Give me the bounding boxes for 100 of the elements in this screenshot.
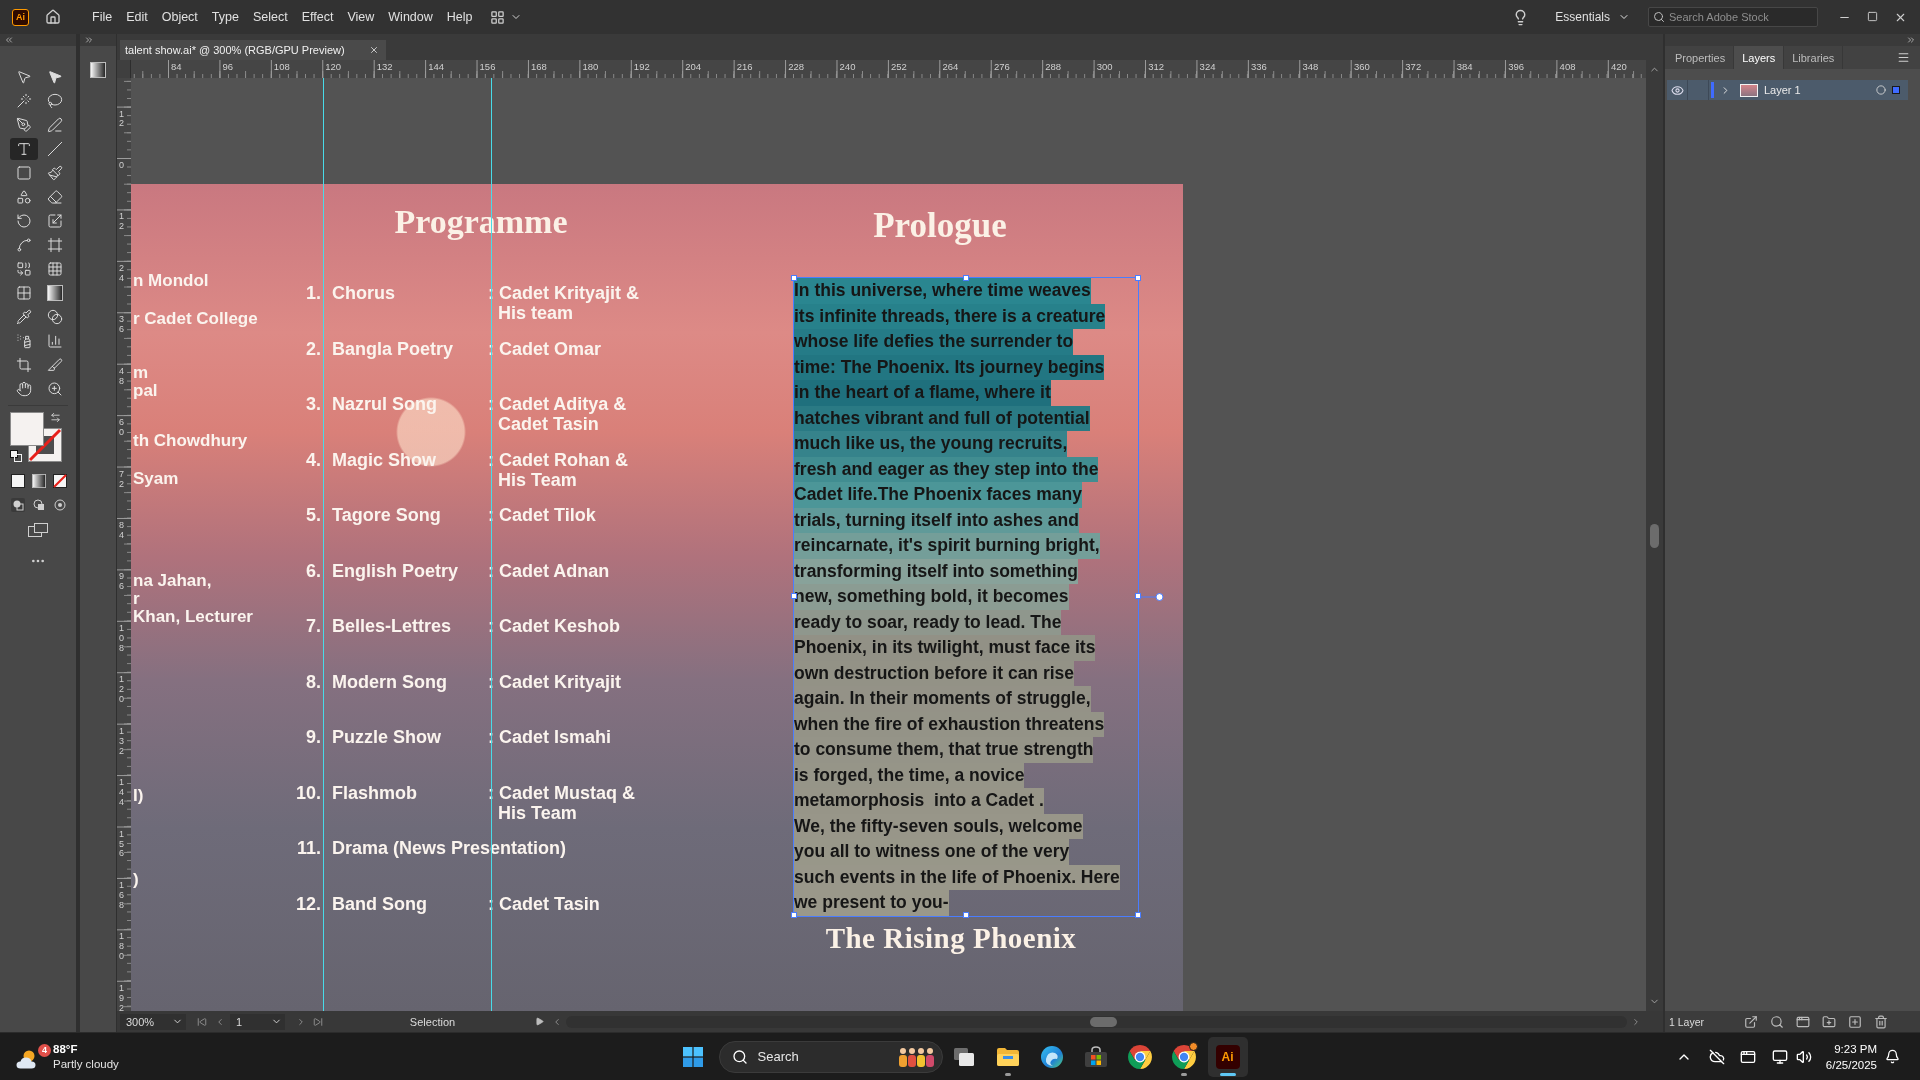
window-icon[interactable] — [1739, 1048, 1756, 1065]
previous-icon[interactable] — [215, 1016, 225, 1027]
text-fragment: na Jahan, r Khan, Lecturer — [133, 572, 253, 626]
swap-arrow-icon[interactable] — [50, 412, 61, 423]
scrollbar-thumb[interactable] — [1090, 1016, 1117, 1027]
zoom-level-field[interactable]: 300% — [120, 1013, 186, 1030]
ruler-number: 108 — [119, 623, 125, 654]
resize-handle[interactable] — [962, 912, 969, 918]
resize-handle[interactable] — [1134, 593, 1141, 600]
close-icon[interactable] — [369, 45, 379, 55]
menu-icon[interactable] — [1897, 51, 1910, 64]
draw-behind-icon[interactable] — [32, 498, 46, 512]
expand-icon[interactable] — [84, 35, 94, 45]
closing-title: The Rising Phoenix — [825, 921, 1077, 956]
widget-handle-icon[interactable] — [1138, 592, 1164, 601]
default-colors-icon[interactable] — [10, 450, 22, 462]
menu-item[interactable]: Type — [204, 7, 246, 27]
ruler-number: 408 — [1559, 61, 1576, 72]
stock-search-field[interactable]: Search Adobe Stock — [1648, 7, 1818, 27]
last-page-icon[interactable] — [313, 1016, 323, 1027]
page-field[interactable]: 1 — [230, 1013, 285, 1030]
gradient-panel-icon[interactable] — [90, 62, 106, 78]
clock[interactable]: 9:23 PM 6/25/2025 — [1825, 1040, 1877, 1073]
layer-name: Layer 1 — [1764, 84, 1802, 96]
color-swatch-icon[interactable] — [11, 474, 25, 488]
panel-tab[interactable]: Layers — [1734, 46, 1785, 69]
screen-mode-icon[interactable] — [28, 523, 48, 537]
scroll-left-icon[interactable] — [552, 1016, 562, 1027]
menu-item[interactable]: Object — [154, 7, 205, 27]
draw-inside-icon[interactable] — [53, 498, 67, 512]
status-menu[interactable]: Selection — [330, 1012, 535, 1031]
layout-grid-icon[interactable] — [489, 9, 505, 25]
item-number: 9. — [306, 727, 321, 747]
collapse-icon[interactable] — [1906, 35, 1916, 45]
menu-item[interactable]: Edit — [119, 7, 155, 27]
window-icon[interactable] — [1796, 1014, 1810, 1029]
notification-dot — [1188, 1041, 1198, 1051]
selection-square-icon[interactable] — [1892, 86, 1900, 94]
menu-item[interactable]: Effect — [294, 7, 341, 27]
maximize-icon[interactable] — [1866, 10, 1878, 22]
text-fragment: I) — [133, 787, 144, 805]
taskbar-app-button[interactable]: Ai — [1207, 1036, 1248, 1077]
paintbrush-icon — [46, 165, 63, 181]
task-view-icon — [952, 1046, 975, 1067]
curve-icon — [15, 237, 32, 253]
gradient-swatch-icon[interactable] — [32, 474, 46, 488]
ruler-number: 108 — [273, 61, 290, 72]
target-circle-icon[interactable] — [1876, 85, 1886, 95]
export-icon[interactable] — [1744, 1014, 1758, 1029]
fill-swatch-icon[interactable] — [10, 412, 44, 446]
next-icon[interactable] — [296, 1016, 306, 1027]
new-sublayer-icon[interactable] — [1822, 1014, 1836, 1029]
ruler-number: 324 — [1199, 61, 1216, 72]
none-swatch-icon[interactable] — [53, 474, 67, 488]
document-tab[interactable]: talent show.ai* @ 300% (RGB/GPU Preview) — [120, 40, 386, 60]
menu-item[interactable]: Help — [439, 7, 480, 27]
lasso-icon — [46, 93, 63, 109]
menu-item[interactable]: File — [85, 7, 120, 27]
eye-icon[interactable] — [1670, 83, 1684, 97]
app-logo: Ai — [12, 8, 29, 26]
cloud-off-icon[interactable] — [1708, 1048, 1725, 1065]
weather-cloud-sun-icon[interactable] — [16, 1049, 38, 1069]
home-icon[interactable] — [45, 9, 61, 25]
monitor-icon[interactable] — [1771, 1048, 1788, 1065]
speaker-icon[interactable] — [1795, 1048, 1812, 1065]
bell-icon[interactable] — [1885, 1049, 1900, 1064]
play-icon[interactable] — [535, 1017, 544, 1026]
first-page-icon[interactable] — [197, 1016, 207, 1027]
collapse-icon[interactable] — [4, 35, 14, 45]
layer-row[interactable]: Layer 1 — [1667, 80, 1908, 100]
resize-handle[interactable] — [1134, 274, 1141, 281]
search-icon[interactable] — [1770, 1014, 1784, 1029]
ruler-number: 216 — [736, 61, 753, 72]
scrollbar-thumb[interactable] — [1650, 524, 1659, 548]
magic-wand-icon — [15, 93, 32, 109]
resize-handle[interactable] — [790, 912, 797, 918]
resize-handle[interactable] — [790, 274, 797, 281]
time: 9:23 PM — [1834, 1041, 1877, 1057]
programme-item-title: English Poetry — [332, 560, 459, 581]
ruler-number: 264 — [942, 61, 959, 72]
workspace-switcher[interactable]: Essentials — [1551, 8, 1634, 26]
draw-normal-icon[interactable] — [11, 498, 25, 512]
pen-nib-icon — [15, 117, 32, 133]
menu-item[interactable]: Select — [245, 7, 295, 27]
new-layer-icon[interactable] — [1848, 1014, 1862, 1029]
resize-handle[interactable] — [1134, 912, 1141, 918]
item-number: 3. — [306, 394, 321, 414]
swirl-logo-icon — [1039, 1044, 1064, 1069]
resize-handle[interactable] — [790, 593, 797, 600]
trash-icon[interactable] — [1874, 1014, 1888, 1029]
tool-button[interactable] — [9, 138, 38, 160]
menu-item[interactable]: Window — [381, 7, 440, 27]
ruler-number: 180 — [119, 932, 125, 963]
resize-handle[interactable] — [962, 274, 969, 281]
scroll-right-icon[interactable] — [1631, 1016, 1641, 1027]
ruler-number: 12 — [119, 212, 125, 233]
taskbar-search-field[interactable]: Search — [718, 1040, 943, 1073]
ruler-number: 12 — [119, 109, 125, 130]
ruler-number: 300 — [1096, 61, 1113, 72]
menu-item[interactable]: View — [340, 7, 382, 27]
